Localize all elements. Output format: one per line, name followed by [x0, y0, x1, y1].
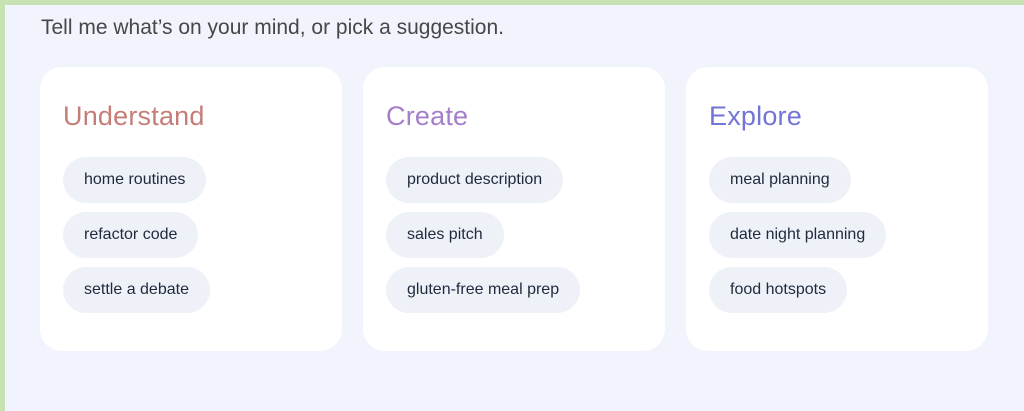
- chip-list-understand: home routines refactor code settle a deb…: [63, 157, 342, 313]
- card-explore: Explore meal planning date night plannin…: [686, 67, 988, 351]
- card-title-create: Create: [386, 101, 469, 131]
- suggestion-chip-gluten-free-meal-prep[interactable]: gluten-free meal prep: [386, 267, 581, 313]
- chip-list-explore: meal planning date night planning food h…: [709, 157, 988, 313]
- card-title-understand: Understand: [63, 101, 205, 131]
- suggestion-chip-meal-planning[interactable]: meal planning: [709, 157, 851, 203]
- suggestion-chip-date-night-planning[interactable]: date night planning: [709, 212, 887, 258]
- card-understand: Understand home routines refactor code s…: [40, 67, 342, 351]
- suggestion-cards: Understand home routines refactor code s…: [40, 67, 988, 351]
- chip-list-create: product description sales pitch gluten-f…: [386, 157, 665, 313]
- card-title-explore: Explore: [709, 101, 802, 131]
- suggestion-chip-settle-a-debate[interactable]: settle a debate: [63, 267, 210, 313]
- suggestion-chip-home-routines[interactable]: home routines: [63, 157, 207, 203]
- prompt-text: Tell me what’s on your mind, or pick a s…: [41, 16, 505, 39]
- card-create: Create product description sales pitch g…: [363, 67, 665, 351]
- suggestions-panel: Tell me what’s on your mind, or pick a s…: [5, 5, 1024, 411]
- suggestion-chip-food-hotspots[interactable]: food hotspots: [709, 267, 848, 313]
- suggestion-chip-refactor-code[interactable]: refactor code: [63, 212, 199, 258]
- suggestion-chip-sales-pitch[interactable]: sales pitch: [386, 212, 504, 258]
- suggestion-chip-product-description[interactable]: product description: [386, 157, 564, 203]
